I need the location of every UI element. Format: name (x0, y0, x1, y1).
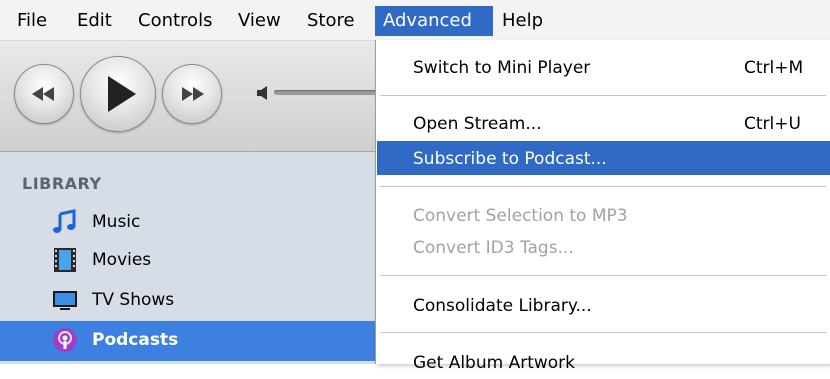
menu-item-open-stream[interactable]: Open Stream... Ctrl+U (377, 106, 830, 140)
menu-separator (380, 95, 826, 97)
menu-item-convert-id3-tags: Convert ID3 Tags... (377, 230, 830, 264)
player-toolbar (0, 41, 376, 152)
sidebar-item-movies[interactable]: Movies (0, 241, 376, 279)
menu-controls[interactable]: Controls (133, 6, 217, 36)
film-icon (54, 248, 76, 272)
next-track-button[interactable] (162, 64, 222, 124)
menu-separator (380, 186, 826, 188)
menu-bar: File Edit Controls View Store Advanced H… (0, 0, 830, 41)
sidebar-item-tv-shows[interactable]: TV Shows (0, 281, 376, 319)
volume-slider[interactable] (274, 90, 376, 95)
sidebar-item-label: Podcasts (92, 330, 179, 350)
library-header: LIBRARY (22, 174, 102, 193)
sidebar: LIBRARY Music Movies TV Shows Podcasts (0, 152, 376, 364)
menu-item-shortcut: Ctrl+M (744, 58, 804, 78)
speaker-icon (257, 86, 267, 100)
menu-item-label: Convert ID3 Tags... (413, 238, 574, 258)
menu-item-label: Consolidate Library... (413, 296, 592, 316)
menu-edit[interactable]: Edit (72, 6, 117, 36)
menu-item-convert-selection-to-mp3: Convert Selection to MP3 (377, 198, 830, 232)
sidebar-item-label: Music (92, 212, 141, 232)
tv-icon (53, 291, 77, 310)
menu-advanced[interactable]: Advanced (375, 6, 493, 36)
menu-separator (380, 275, 826, 277)
advanced-dropdown-menu: Switch to Mini Player Ctrl+M Open Stream… (375, 40, 830, 373)
menu-item-label: Convert Selection to MP3 (413, 206, 628, 226)
music-note-icon (53, 209, 76, 233)
play-button[interactable] (80, 56, 156, 132)
menu-help[interactable]: Help (497, 6, 548, 36)
podcast-icon (53, 328, 77, 352)
menu-separator (380, 332, 826, 334)
sidebar-item-music[interactable]: Music (0, 203, 376, 241)
menu-view[interactable]: View (233, 6, 286, 36)
menu-item-label: Subscribe to Podcast... (413, 149, 607, 169)
menu-item-label: Switch to Mini Player (413, 58, 591, 78)
fast-forward-icon (182, 87, 204, 101)
menu-item-shortcut: Ctrl+U (744, 114, 801, 134)
menu-item-label: Get Album Artwork (413, 353, 576, 373)
menu-item-subscribe-to-podcast[interactable]: Subscribe to Podcast... (377, 141, 830, 175)
menu-file[interactable]: File (12, 6, 52, 36)
menu-item-get-album-artwork[interactable]: Get Album Artwork (377, 345, 830, 379)
menu-item-switch-to-mini-player[interactable]: Switch to Mini Player Ctrl+M (377, 50, 830, 84)
menu-item-consolidate-library[interactable]: Consolidate Library... (377, 288, 830, 322)
menu-store[interactable]: Store (302, 6, 360, 36)
menu-item-label: Open Stream... (413, 114, 542, 134)
play-icon (108, 76, 136, 112)
sidebar-item-label: Movies (92, 250, 152, 270)
rewind-icon (32, 87, 54, 101)
previous-track-button[interactable] (14, 64, 74, 124)
sidebar-item-podcasts[interactable]: Podcasts (0, 321, 376, 361)
sidebar-item-label: TV Shows (92, 290, 175, 310)
